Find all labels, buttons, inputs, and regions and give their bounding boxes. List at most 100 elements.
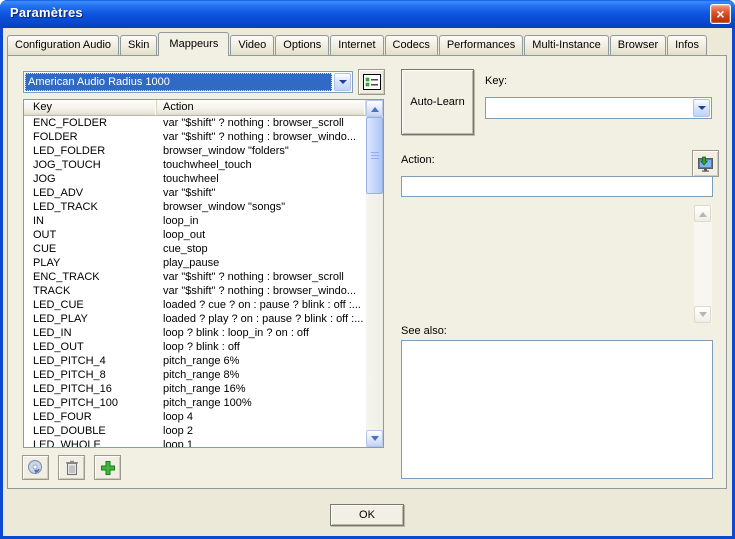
table-row[interactable]: LED_FOURloop 4 [24,410,366,424]
action-cell: pitch_range 8% [157,368,366,382]
key-cell: ENC_TRACK [24,270,157,284]
table-row[interactable]: PLAYplay_pause [24,256,366,270]
action-cell: loop_in [157,214,366,228]
table-row[interactable]: INloop_in [24,214,366,228]
action-scrollbar-disabled [694,205,712,323]
close-button[interactable]: × [710,4,731,24]
scroll-down-button[interactable] [366,430,383,447]
action-cell: cue_stop [157,242,366,256]
action-cell: loop_out [157,228,366,242]
action-cell: var "$shift" ? nothing : browser_scroll [157,116,366,130]
table-row[interactable]: LED_FOLDERbrowser_window "folders" [24,144,366,158]
key-cell: TRACK [24,284,157,298]
key-cell: LED_CUE [24,298,157,312]
table-row[interactable]: LED_PITCH_4pitch_range 6% [24,354,366,368]
action-cell: loop ? blink : loop_in ? on : off [157,326,366,340]
action-cell: loop 1 [157,438,366,447]
device-dropdown-arrow[interactable] [334,73,351,91]
table-row[interactable]: ENC_TRACKvar "$shift" ? nothing : browse… [24,270,366,284]
key-dropdown-arrow[interactable] [693,99,710,117]
table-row[interactable]: ENC_FOLDERvar "$shift" ? nothing : brows… [24,116,366,130]
table-row[interactable]: LED_PITCH_8pitch_range 8% [24,368,366,382]
key-cell: LED_WHOLE [24,438,157,447]
table-row[interactable]: LED_PLAYloaded ? play ? on : pause ? bli… [24,312,366,326]
table-row[interactable]: TRACKvar "$shift" ? nothing : browser_wi… [24,284,366,298]
tab-page-mappers: American Audio Radius 1000 Key [7,55,727,489]
table-row[interactable]: OUTloop_out [24,228,366,242]
add-mapping-button[interactable] [94,455,121,480]
ok-button[interactable]: OK [330,504,404,526]
mapper-device-dropdown[interactable]: American Audio Radius 1000 [23,71,353,93]
key-dropdown-value [487,99,691,117]
key-cell: IN [24,214,157,228]
table-row[interactable]: LED_ADVvar "$shift" [24,186,366,200]
table-row[interactable]: CUEcue_stop [24,242,366,256]
tab-codecs[interactable]: Codecs [385,35,438,55]
scroll-up-button[interactable] [366,100,383,117]
key-dropdown[interactable] [485,97,712,119]
mapper-device-value: American Audio Radius 1000 [25,73,332,91]
arrow-up-icon [699,208,707,217]
trash-icon [65,460,79,476]
tab-bar: Configuration AudioSkinMappeursVideoOpti… [7,31,728,55]
monitor-download-icon [697,156,714,172]
mapper-list-button[interactable] [358,69,385,95]
table-row[interactable]: LED_DOUBLEloop 2 [24,424,366,438]
tab-mappeurs[interactable]: Mappeurs [158,32,229,56]
action-cell: pitch_range 6% [157,354,366,368]
action-cell: loaded ? play ? on : pause ? blink : off… [157,312,366,326]
key-cell: JOG [24,172,157,186]
tab-skin[interactable]: Skin [120,35,157,55]
auto-learn-button[interactable]: Auto-Learn [401,69,474,135]
reload-mapper-button[interactable] [22,455,49,480]
key-cell: PLAY [24,256,157,270]
table-scrollbar[interactable] [366,100,383,447]
close-icon: × [716,7,724,21]
key-cell: LED_PITCH_100 [24,396,157,410]
tab-infos[interactable]: Infos [667,35,707,55]
scroll-down-button [694,306,711,323]
delete-mapping-button[interactable] [58,455,85,480]
key-cell: LED_OUT [24,340,157,354]
window-title: Paramètres [10,5,83,20]
table-row[interactable]: LED_CUEloaded ? cue ? on : pause ? blink… [24,298,366,312]
key-cell: ENC_FOLDER [24,116,157,130]
action-cell: pitch_range 16% [157,382,366,396]
action-input[interactable] [401,176,713,197]
tab-configuration-audio[interactable]: Configuration Audio [7,35,119,55]
arrow-down-icon [371,436,379,445]
table-row[interactable]: LED_INloop ? blink : loop_in ? on : off [24,326,366,340]
apply-action-button[interactable] [692,150,719,177]
column-header-key[interactable]: Key [24,100,157,115]
table-row[interactable]: JOG_TOUCHtouchwheel_touch [24,158,366,172]
tab-options[interactable]: Options [275,35,329,55]
titlebar[interactable]: Paramètres × [0,0,735,28]
key-cell: LED_ADV [24,186,157,200]
key-cell: LED_PITCH_8 [24,368,157,382]
settings-dialog: Paramètres × Configuration AudioSkinMapp… [0,0,735,539]
tab-performances[interactable]: Performances [439,35,523,55]
scrollbar-thumb[interactable] [366,117,383,194]
tab-browser[interactable]: Browser [610,35,666,55]
tab-internet[interactable]: Internet [330,35,383,55]
table-row[interactable]: FOLDERvar "$shift" ? nothing : browser_w… [24,130,366,144]
column-header-action[interactable]: Action [157,100,366,115]
tab-multi-instance[interactable]: Multi-Instance [524,35,608,55]
tab-video[interactable]: Video [230,35,274,55]
table-row[interactable]: LED_OUTloop ? blink : off [24,340,366,354]
table-row[interactable]: LED_TRACKbrowser_window "songs" [24,200,366,214]
table-row[interactable]: LED_PITCH_16pitch_range 16% [24,382,366,396]
action-cell: touchwheel_touch [157,158,366,172]
action-cell: loop 4 [157,410,366,424]
table-row[interactable]: JOGtouchwheel [24,172,366,186]
table-row[interactable]: LED_PITCH_100pitch_range 100% [24,396,366,410]
grip-icon [371,152,379,160]
mapping-table-body: ENC_FOLDERvar "$shift" ? nothing : brows… [24,116,366,447]
table-row[interactable]: LED_WHOLEloop 1 [24,438,366,447]
action-label: Action: [401,154,435,166]
see-also-list[interactable] [401,340,713,479]
key-cell: CUE [24,242,157,256]
reload-disc-icon [27,459,44,476]
action-cell: var "$shift" ? nothing : browser_windo..… [157,130,366,144]
key-label: Key: [485,75,507,87]
